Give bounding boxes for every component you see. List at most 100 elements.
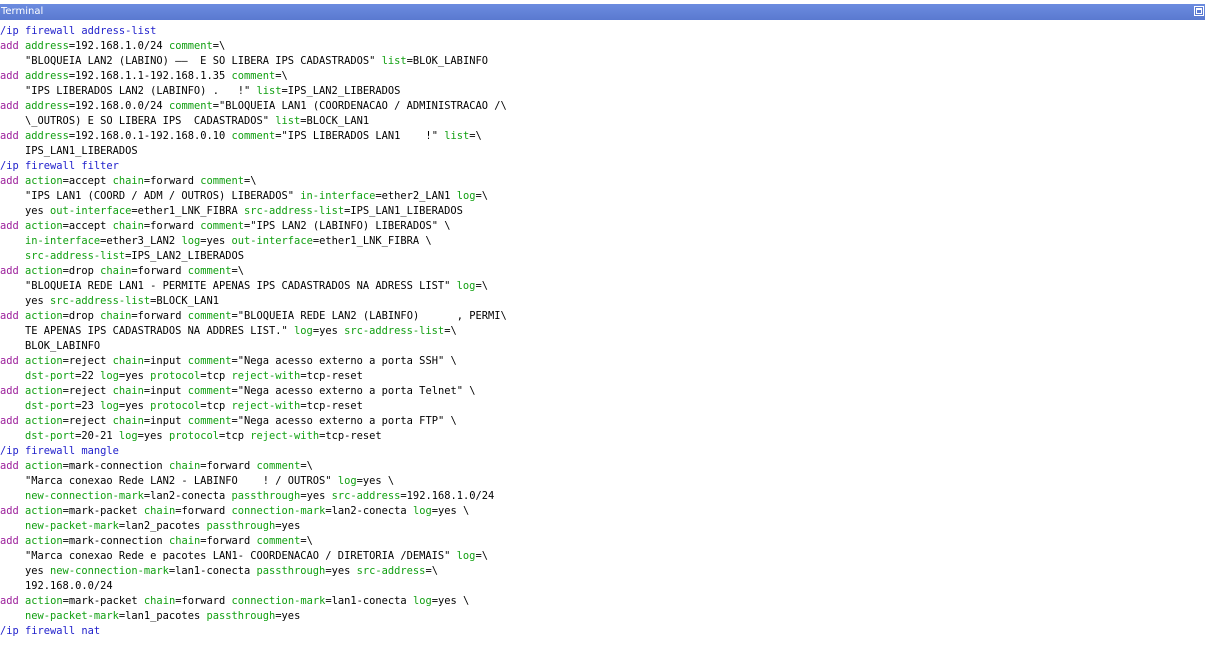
command-path: /ip firewall filter bbox=[0, 160, 119, 172]
value-text: ="Nega acesso externo a porta Telnet" \ bbox=[231, 385, 476, 397]
attribute-name: dst-port bbox=[25, 400, 76, 412]
value-text: =lan1_pacotes bbox=[118, 610, 207, 622]
value-text: 192.168.0.0/24 bbox=[0, 580, 113, 592]
value-text: =\ bbox=[469, 130, 482, 142]
value-text: =reject bbox=[62, 355, 113, 367]
value-text: =yes bbox=[275, 610, 301, 622]
value-text: =tcp bbox=[200, 370, 232, 382]
value-text: =forward bbox=[200, 460, 257, 472]
value-text: =mark-packet bbox=[62, 595, 144, 607]
terminal-line: /ip firewall nat bbox=[0, 624, 1205, 639]
terminal-line: TE APENAS IPS CADASTRADOS NA ADDRES LIST… bbox=[0, 324, 1205, 339]
terminal-line: dst-port=22 log=yes protocol=tcp reject-… bbox=[0, 369, 1205, 384]
value-text: =192.168.1.1-192.168.1.35 bbox=[68, 70, 232, 82]
attribute-name: chain bbox=[112, 175, 144, 187]
attribute-name: reject-with bbox=[250, 430, 320, 442]
command-verb: add bbox=[0, 265, 19, 277]
attribute-name: log bbox=[100, 370, 119, 382]
attribute-name: comment bbox=[187, 385, 232, 397]
value-text: =yes bbox=[312, 325, 345, 337]
value-text: =yes \ bbox=[431, 505, 470, 517]
attribute-name: list bbox=[256, 85, 282, 97]
value-text: =ether1_LNK_FIBRA bbox=[131, 205, 244, 217]
attribute-name: comment bbox=[231, 130, 276, 142]
value-text bbox=[0, 490, 25, 502]
attribute-name: action bbox=[25, 460, 63, 472]
value-text: =\ bbox=[475, 550, 488, 562]
attribute-name: reject-with bbox=[231, 370, 301, 382]
terminal-line: "BLOQUEIA LAN2 (LABINO) —— E SO LIBERA I… bbox=[0, 54, 1205, 69]
value-text: =192.168.1.0/24 bbox=[400, 490, 495, 502]
attribute-name: chain bbox=[112, 355, 144, 367]
attribute-name: src-address bbox=[356, 565, 426, 577]
value-text: ="Nega acesso externo a porta SSH" \ bbox=[231, 355, 457, 367]
value-text: "Marca conexao Rede e pacotes LAN1- COOR… bbox=[0, 550, 457, 562]
value-text: =accept bbox=[62, 220, 113, 232]
value-text: =input bbox=[143, 385, 188, 397]
attribute-name: passthrough bbox=[231, 490, 301, 502]
command-path: /ip firewall nat bbox=[0, 625, 101, 637]
value-text: ="IPS LIBERADOS LAN1 !" bbox=[275, 130, 445, 142]
command-verb: add bbox=[0, 355, 19, 367]
command-verb: add bbox=[0, 385, 19, 397]
value-text: =lan2_pacotes bbox=[118, 520, 207, 532]
value-text: =192.168.1.0/24 bbox=[68, 40, 169, 52]
value-text: =lan1-conecta bbox=[325, 595, 413, 607]
attribute-name: comment bbox=[187, 415, 232, 427]
attribute-name: src-address bbox=[331, 490, 401, 502]
value-text: yes bbox=[0, 565, 51, 577]
value-text: ="BLOQUEIA LAN1 (COORDENACAO / ADMINISTR… bbox=[212, 100, 507, 112]
attribute-name: log bbox=[118, 430, 138, 442]
value-text: TE APENAS IPS CADASTRADOS NA ADDRES LIST… bbox=[0, 325, 295, 337]
attribute-name: in-interface bbox=[300, 190, 376, 202]
value-text: =\ bbox=[475, 190, 488, 202]
command-verb: add bbox=[0, 415, 19, 427]
terminal-line: "BLOQUEIA REDE LAN1 - PERMITE APENAS IPS… bbox=[0, 279, 1205, 294]
maximize-icon[interactable] bbox=[1194, 6, 1204, 16]
attribute-name: dst-port bbox=[25, 370, 76, 382]
attribute-name: action bbox=[25, 310, 63, 322]
value-text: "Marca conexao Rede LAN2 - LABINFO ! / O… bbox=[0, 475, 338, 487]
attribute-name: reject-with bbox=[231, 400, 301, 412]
value-text: IPS_LAN1_LIBERADOS bbox=[0, 145, 138, 157]
value-text: =23 bbox=[75, 400, 101, 412]
command-verb: add bbox=[0, 505, 19, 517]
attribute-name: action bbox=[25, 355, 63, 367]
value-text: =\ bbox=[212, 40, 226, 52]
value-text: =22 bbox=[75, 370, 101, 382]
terminal-line: BLOK_LABINFO bbox=[0, 339, 1205, 354]
terminal-line: src-address-list=IPS_LAN2_LIBERADOS bbox=[0, 249, 1205, 264]
value-text: =yes bbox=[200, 235, 232, 247]
terminal-output[interactable]: /ip firewall address-list add address=192… bbox=[0, 24, 1205, 667]
value-text: yes bbox=[0, 205, 51, 217]
attribute-name: address bbox=[25, 70, 69, 82]
attribute-name: comment bbox=[187, 310, 232, 322]
value-text: \_OUTROS) E SO LIBERA IPS CADASTRADOS" bbox=[0, 115, 276, 127]
value-text: ="BLOQUEIA REDE LAN2 (LABINFO) , PERMI\ bbox=[231, 310, 507, 322]
value-text: yes bbox=[0, 295, 51, 307]
attribute-name: connection-mark bbox=[231, 505, 326, 517]
terminal-line: new-connection-mark=lan2-conecta passthr… bbox=[0, 489, 1205, 504]
value-text: =reject bbox=[62, 385, 113, 397]
attribute-name: chain bbox=[168, 460, 201, 472]
terminal-line: add action=reject chain=input comment="N… bbox=[0, 384, 1205, 399]
attribute-name: action bbox=[25, 415, 63, 427]
attribute-name: log bbox=[456, 190, 476, 202]
attribute-name: list bbox=[275, 115, 301, 127]
value-text: =tcp bbox=[218, 430, 251, 442]
attribute-name: out-interface bbox=[231, 235, 313, 247]
value-text bbox=[0, 250, 25, 262]
attribute-name: action bbox=[25, 220, 63, 232]
terminal-line: /ip firewall address-list bbox=[0, 24, 1205, 39]
value-text: BLOK_LABINFO bbox=[0, 340, 101, 352]
terminal-line: \_OUTROS) E SO LIBERA IPS CADASTRADOS" l… bbox=[0, 114, 1205, 129]
attribute-name: comment bbox=[187, 265, 232, 277]
attribute-name: chain bbox=[100, 265, 132, 277]
attribute-name: log bbox=[181, 235, 201, 247]
terminal-line: new-packet-mark=lan2_pacotes passthrough… bbox=[0, 519, 1205, 534]
value-text: =\ bbox=[244, 175, 257, 187]
attribute-name: log bbox=[294, 325, 313, 337]
terminal-line: add address=192.168.0.1-192.168.0.10 com… bbox=[0, 129, 1205, 144]
terminal-window: Terminal /ip firewall address-list add ad… bbox=[0, 0, 1205, 667]
attribute-name: dst-port bbox=[25, 430, 76, 442]
